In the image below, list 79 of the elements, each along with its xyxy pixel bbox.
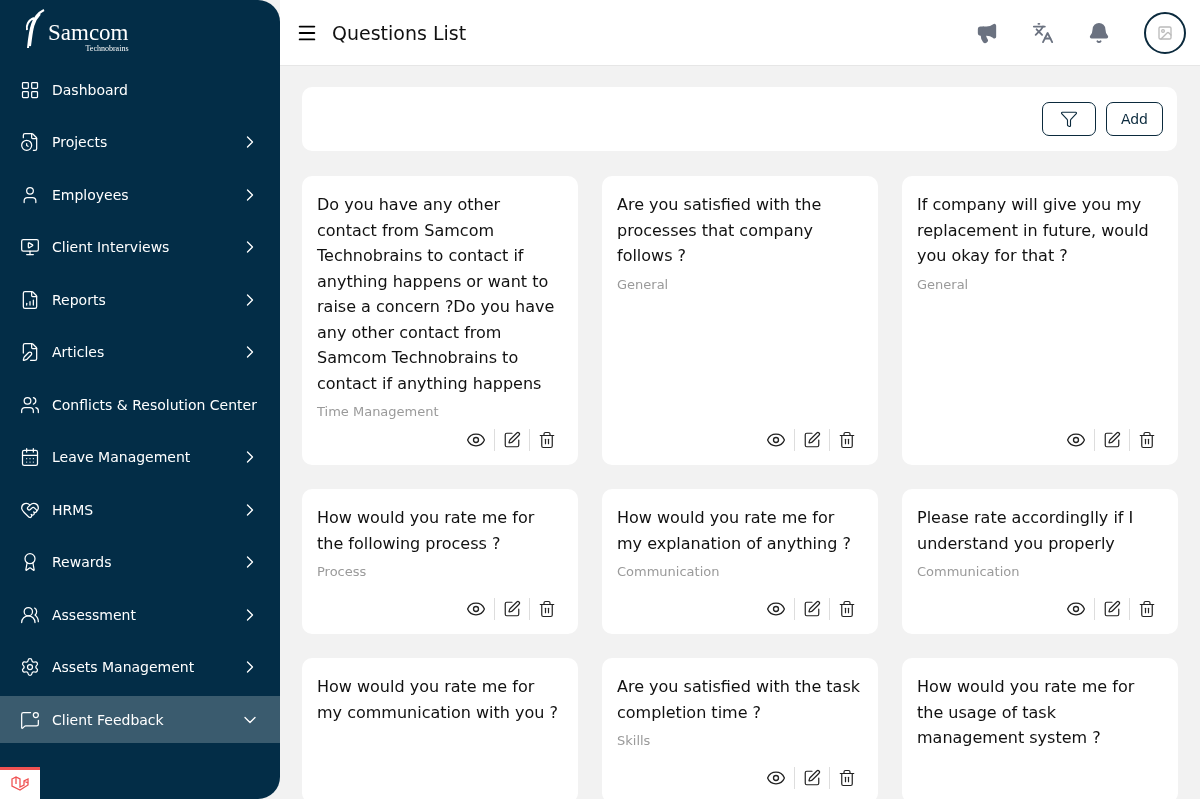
question-category: Skills: [617, 733, 652, 748]
edit-icon[interactable]: [1103, 431, 1121, 449]
question-category: Process: [317, 564, 368, 579]
logo-name: Samcom: [48, 22, 129, 44]
sidebar-item[interactable]: Assessment: [0, 591, 280, 638]
question-text: How would you rate me for my communication with you ?: [317, 676, 559, 724]
sidebar-item-label: Dashboard: [52, 81, 129, 98]
sidebar-item[interactable]: Employees: [0, 171, 280, 218]
delete-icon[interactable]: [838, 431, 856, 449]
sidebar-item[interactable]: Reports: [0, 276, 280, 323]
sidebar-item[interactable]: Projects: [0, 118, 280, 166]
question-category: General: [917, 276, 970, 292]
menu-item-icon: [20, 447, 40, 467]
sidebar-item-label: Leave Management: [52, 449, 192, 465]
delete-icon[interactable]: [538, 600, 556, 618]
sidebar-item[interactable]: Client Feedback: [0, 696, 280, 743]
question-text: How would you rate me for my explanation of anything ?: [617, 507, 852, 555]
delete-icon[interactable]: [838, 769, 856, 787]
logo-icon: [24, 8, 46, 50]
edit-icon[interactable]: [803, 769, 821, 787]
bell-icon[interactable]: [1088, 21, 1110, 44]
question-text: Do you have any other contact from Samcom Technobrains to contact if anything happens or want to raise a concern ?Do you have any other contact from Samcom Technobrains to contact if anything happens: [317, 194, 556, 395]
sidebar-item[interactable]: Articles: [0, 328, 280, 376]
sidebar-item-label: HRMS: [52, 501, 95, 518]
question-text: Are you satisfied with the task completion time ?: [617, 676, 861, 724]
sidebar-item-label: Client Feedback: [52, 711, 165, 728]
sidebar-item-label: Rewards: [52, 554, 113, 570]
delete-icon[interactable]: [838, 600, 856, 618]
menu-item-icon: [20, 237, 40, 257]
filter-button[interactable]: [1041, 102, 1096, 136]
edit-icon[interactable]: [1103, 600, 1121, 618]
menu-item-icon: [20, 709, 40, 730]
delete-icon[interactable]: [538, 431, 556, 449]
edit-icon[interactable]: [803, 600, 821, 618]
question-text: How would you rate me for the following process ?: [317, 507, 536, 555]
edit-icon[interactable]: [503, 600, 521, 618]
framework-badge[interactable]: [0, 767, 40, 799]
sidebar-item-label: Articles: [52, 344, 106, 360]
question-text: How would you rate me for the usage of task management system ?: [917, 676, 1136, 749]
sidebar-item[interactable]: Leave Management: [0, 433, 280, 481]
megaphone-icon[interactable]: [976, 21, 998, 44]
menu-item-icon: [20, 79, 40, 100]
menu-item-icon: [20, 657, 40, 677]
logo-tagline: Technobrains: [85, 44, 129, 53]
edit-icon[interactable]: [803, 431, 821, 449]
image-placeholder-icon: [1157, 24, 1173, 41]
sidebar-item-label: Projects: [52, 134, 109, 150]
menu-item-icon: [20, 604, 40, 625]
avatar[interactable]: [1144, 11, 1186, 54]
page-title: Questions List: [332, 21, 468, 44]
menu-item-icon: [20, 289, 40, 310]
sidebar-item-label: Assessment: [52, 606, 137, 623]
filter-icon: [1059, 110, 1078, 128]
delete-icon[interactable]: [1138, 431, 1156, 449]
question-category: Communication: [917, 564, 1021, 579]
sidebar-item[interactable]: HRMS: [0, 486, 280, 533]
sidebar-item-label: Reports: [52, 291, 107, 308]
sidebar-item-label: Client Interviews: [52, 239, 171, 255]
menu-item-icon: [20, 132, 40, 152]
translate-icon[interactable]: [1032, 21, 1054, 44]
sidebar-item[interactable]: Assets Management: [0, 643, 280, 691]
sidebar-item[interactable]: Client Interviews: [0, 223, 280, 271]
sidebar-item-label: Assets Management: [52, 659, 196, 675]
menu-item-icon: [20, 342, 40, 362]
sidebar-item-label: Conflicts & Resolution Center: [52, 396, 258, 413]
question-text: If company will give you my replacement in future, would you okay for that ?: [917, 194, 1150, 267]
question-category: Time Management: [317, 404, 440, 419]
add-button[interactable]: Add: [1105, 102, 1163, 136]
menu-item-icon: [20, 394, 40, 415]
edit-icon[interactable]: [503, 431, 521, 449]
sidebar-item[interactable]: Dashboard: [0, 66, 280, 113]
delete-icon[interactable]: [1138, 600, 1156, 618]
sidebar-item[interactable]: Conflicts & Resolution Center: [0, 381, 280, 428]
sidebar-item[interactable]: Rewards: [0, 538, 280, 586]
question-category: General: [617, 276, 670, 292]
question-text: Please rate accordinglly if I understand you properly: [917, 507, 1135, 555]
sidebar-item-label: Employees: [52, 186, 130, 203]
question-category: Communication: [617, 564, 721, 579]
question-text: Are you satisfied with the processes that company follows ?: [617, 194, 823, 267]
